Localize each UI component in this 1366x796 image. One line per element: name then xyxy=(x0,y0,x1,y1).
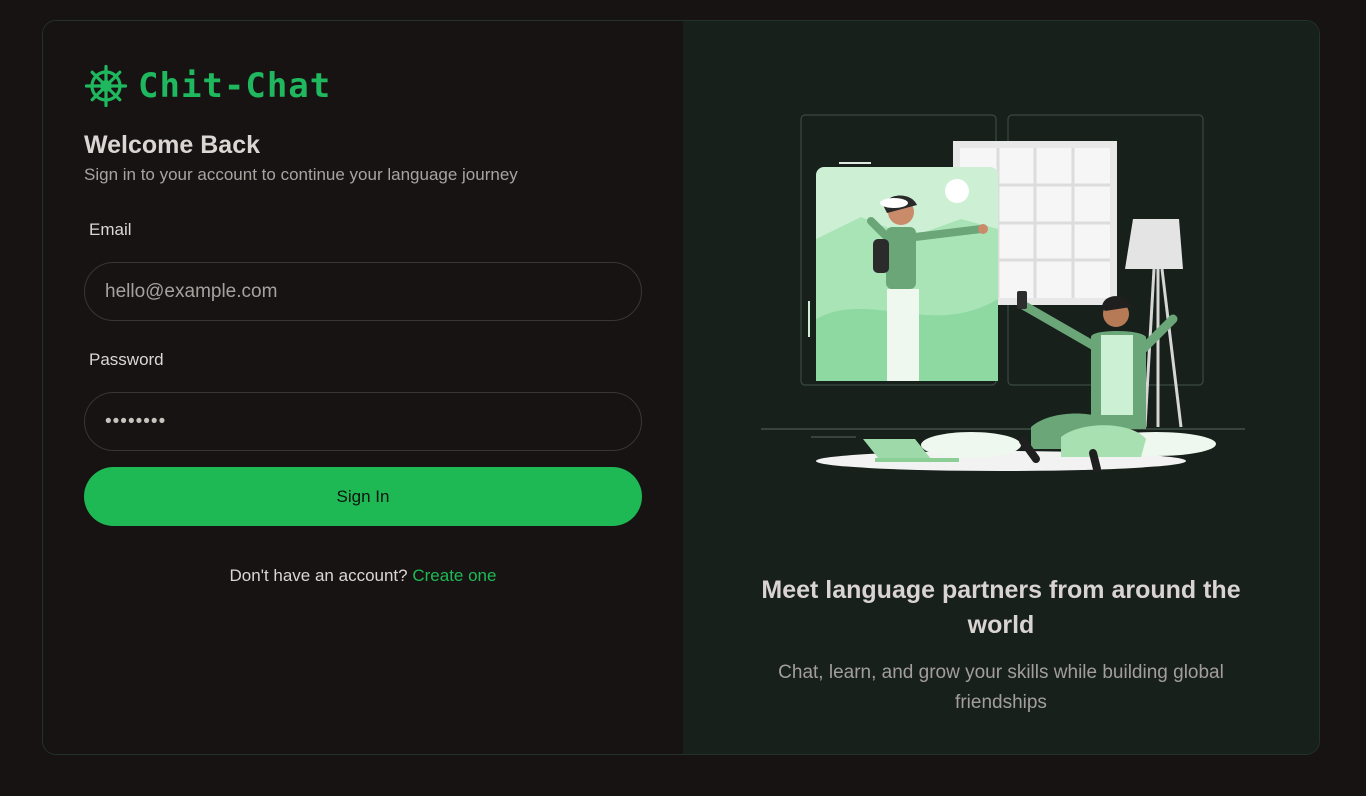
password-label: Password xyxy=(89,350,164,369)
login-card: Chit-Chat Welcome Back Sign in to your a… xyxy=(42,20,1320,755)
page-title: Welcome Back xyxy=(84,131,261,159)
sign-in-button[interactable]: Sign In xyxy=(84,467,642,526)
promo-subtitle: Chat, learn, and grow your skills while … xyxy=(778,662,1224,713)
password-field[interactable] xyxy=(84,392,642,451)
create-account-link[interactable]: Create one xyxy=(412,566,496,585)
signup-prompt: Don't have an account? Create one xyxy=(43,566,683,586)
promo-panel: Meet language partners from around the w… xyxy=(683,21,1319,754)
signup-prompt-text: Don't have an account? xyxy=(229,566,408,585)
email-field[interactable] xyxy=(84,262,642,321)
page-subtitle: Sign in to your account to continue your… xyxy=(84,165,518,184)
login-panel: Chit-Chat Welcome Back Sign in to your a… xyxy=(43,21,683,754)
brand-name: Chit-Chat xyxy=(138,66,332,106)
ship-wheel-icon xyxy=(84,64,128,108)
promo-title: Meet language partners from around the w… xyxy=(761,576,1241,639)
email-label: Email xyxy=(89,220,132,239)
brand-logo: Chit-Chat xyxy=(84,64,331,108)
video-call-illustration xyxy=(761,114,1245,473)
